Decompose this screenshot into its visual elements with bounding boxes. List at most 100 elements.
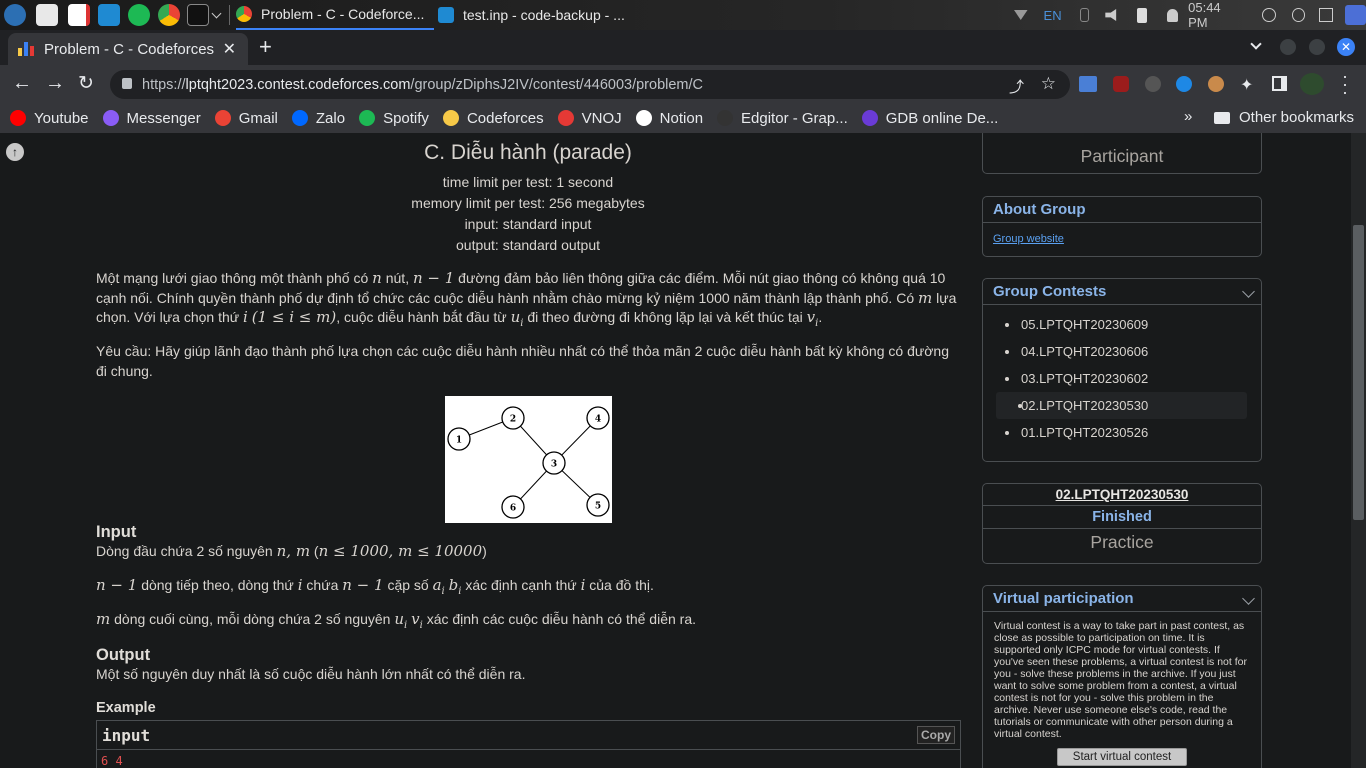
bookmark-label: Spotify — [383, 109, 429, 127]
browser-tab-active[interactable]: Problem - C - Codeforces ✕ — [8, 33, 248, 65]
other-bookmarks-folder[interactable]: Other bookmarks — [1214, 109, 1354, 126]
forward-icon[interactable]: → — [45, 72, 65, 95]
minimize-all-icon[interactable] — [1261, 8, 1276, 22]
language-indicator[interactable]: EN — [1044, 8, 1062, 23]
bluetooth-icon[interactable] — [1079, 8, 1090, 22]
bookmark-item[interactable]: Codeforces — [442, 110, 544, 127]
bookmark-item[interactable]: Gmail — [214, 109, 278, 127]
workspace-indicator[interactable] — [1344, 5, 1366, 25]
battery-icon[interactable] — [1136, 7, 1147, 23]
contest-list-item[interactable]: 01.LPTQHT20230526 — [983, 419, 1261, 446]
menu-kebab-icon[interactable]: · · · — [1342, 67, 1348, 101]
math: n ≤ 1000, m ≤ 10000 — [318, 542, 483, 560]
bookmark-item[interactable]: VNOJ — [557, 110, 622, 127]
side-panel-icon[interactable] — [1272, 76, 1287, 91]
scroll-top-icon[interactable]: ↑ — [6, 143, 24, 161]
spotify-icon[interactable] — [128, 4, 150, 26]
output-file: output: standard output — [456, 237, 600, 253]
notification-icon[interactable] — [1166, 8, 1179, 22]
group-website-link[interactable]: Group website — [983, 223, 1261, 255]
bookmark-item[interactable]: Edgitor - Grap... — [717, 110, 848, 127]
taskbar-window-chrome[interactable]: Problem - C - Codeforce... — [236, 0, 434, 30]
bookmark-item[interactable]: Youtube — [10, 110, 89, 127]
input-line-1: Dòng đầu chứa 2 số nguyên n, m (n ≤ 1000… — [96, 542, 960, 562]
address-bar[interactable]: https://lptqht2023.contest.codeforces.co… — [110, 70, 1070, 99]
scrollbar-thumb[interactable] — [1353, 225, 1364, 520]
bookmark-item[interactable]: Spotify — [359, 110, 429, 127]
reload-icon[interactable]: ↻ — [78, 72, 94, 95]
extension-shazam-icon[interactable] — [1176, 76, 1192, 92]
bookmark-label: Messenger — [126, 109, 201, 127]
about-group-box: About Group Group website — [982, 196, 1262, 257]
contest-name-link[interactable]: 02.LPTQHT20230530 — [983, 484, 1261, 506]
extension-ublock-icon[interactable] — [1113, 76, 1129, 92]
extensions-puzzle-icon[interactable]: ✦ — [1240, 75, 1253, 95]
volume-icon[interactable] — [1105, 9, 1117, 21]
os-taskbar: Problem - C - Codeforce... test.inp - co… — [0, 0, 1366, 30]
chevron-down-icon[interactable] — [211, 8, 222, 19]
text: Dòng đầu chứa 2 số nguyên — [96, 543, 277, 559]
terminal-icon[interactable] — [1319, 8, 1333, 22]
back-icon[interactable]: ← — [12, 72, 32, 95]
file-manager-icon[interactable] — [36, 4, 58, 26]
bookmark-star-icon[interactable]: ☆ — [1041, 74, 1056, 94]
contest-list-item[interactable]: 03.LPTQHT20230602 — [983, 365, 1261, 392]
pdf-viewer-icon[interactable] — [68, 4, 90, 26]
contest-list-item[interactable]: 04.LPTQHT20230606 — [983, 338, 1261, 365]
graph-node-label: 2 — [510, 415, 516, 425]
group-contests-header[interactable]: Group Contests — [983, 279, 1261, 305]
window-maximize-button[interactable] — [1309, 39, 1325, 55]
math: v — [806, 308, 816, 326]
problem-header: C. Diễu hành (parade) time limit per tes… — [96, 138, 960, 256]
text: dòng cuối cùng, mỗi dòng chứa 2 số nguyê… — [110, 611, 395, 627]
window-minimize-button[interactable] — [1280, 39, 1296, 55]
math: i — [243, 308, 248, 326]
new-tab-button[interactable]: + — [259, 34, 272, 60]
wifi-icon[interactable] — [1014, 10, 1028, 20]
group-contests-title: Group Contests — [993, 283, 1107, 300]
app-menu-icon[interactable] — [4, 4, 26, 26]
window-close-button[interactable]: ✕ — [1337, 38, 1355, 56]
example-input-label: input — [102, 726, 151, 745]
math: n − 1 — [96, 576, 138, 594]
chrome-icon[interactable] — [158, 4, 180, 26]
contest-list-item[interactable]: 05.LPTQHT20230609 — [983, 311, 1261, 338]
bookmark-item[interactable]: Notion — [635, 110, 703, 127]
copy-button[interactable]: Copy — [917, 726, 955, 744]
power-icon[interactable] — [1291, 8, 1306, 22]
math: n − 1 — [342, 576, 384, 594]
extension-cookie-icon[interactable] — [1208, 76, 1224, 92]
bookmark-item[interactable]: Zalo — [291, 110, 345, 127]
contest-list-item[interactable]: 02.LPTQHT20230530 — [996, 392, 1247, 419]
virtual-participation-header[interactable]: Virtual participation — [983, 586, 1261, 612]
bookmark-favicon-icon — [557, 110, 574, 126]
terminal-icon[interactable] — [187, 4, 209, 26]
math: a — [432, 576, 442, 594]
vscode-icon — [438, 7, 454, 23]
extension-translate-icon[interactable] — [1079, 76, 1097, 92]
page-scrollbar[interactable] — [1351, 133, 1366, 768]
text: dòng tiếp theo, dòng thứ — [137, 577, 298, 593]
taskbar-window-vscode[interactable]: test.inp - code-backup - ... — [438, 0, 638, 30]
share-icon[interactable]: ⤴ — [1009, 76, 1024, 97]
math: m — [918, 288, 933, 307]
vscode-icon[interactable] — [98, 4, 120, 26]
codeforces-icon — [18, 42, 34, 56]
extension-spy-icon[interactable] — [1145, 76, 1161, 92]
clock[interactable]: 05:44 PM — [1188, 0, 1242, 30]
example-input-content: 6 4 — [101, 754, 123, 768]
bookmark-item[interactable]: GDB online De... — [861, 110, 998, 127]
profile-avatar[interactable] — [1300, 73, 1324, 95]
bookmark-item[interactable]: Messenger — [102, 109, 201, 127]
input-line-3: m dòng cuối cùng, mỗi dòng chứa 2 số ngu… — [96, 610, 960, 635]
bookmark-label: Gmail — [238, 109, 278, 127]
chevron-down-icon[interactable] — [1242, 592, 1255, 605]
example-header: Example — [96, 700, 156, 716]
start-virtual-contest-button[interactable]: Start virtual contest — [1057, 748, 1187, 766]
bookmark-favicon-icon — [635, 110, 652, 126]
bookmarks-overflow-button[interactable]: » — [1184, 108, 1192, 125]
math: b — [448, 576, 459, 594]
close-icon[interactable]: ✕ — [223, 39, 236, 59]
graph-node-label: 5 — [595, 502, 601, 512]
chevron-down-icon[interactable] — [1242, 285, 1255, 298]
